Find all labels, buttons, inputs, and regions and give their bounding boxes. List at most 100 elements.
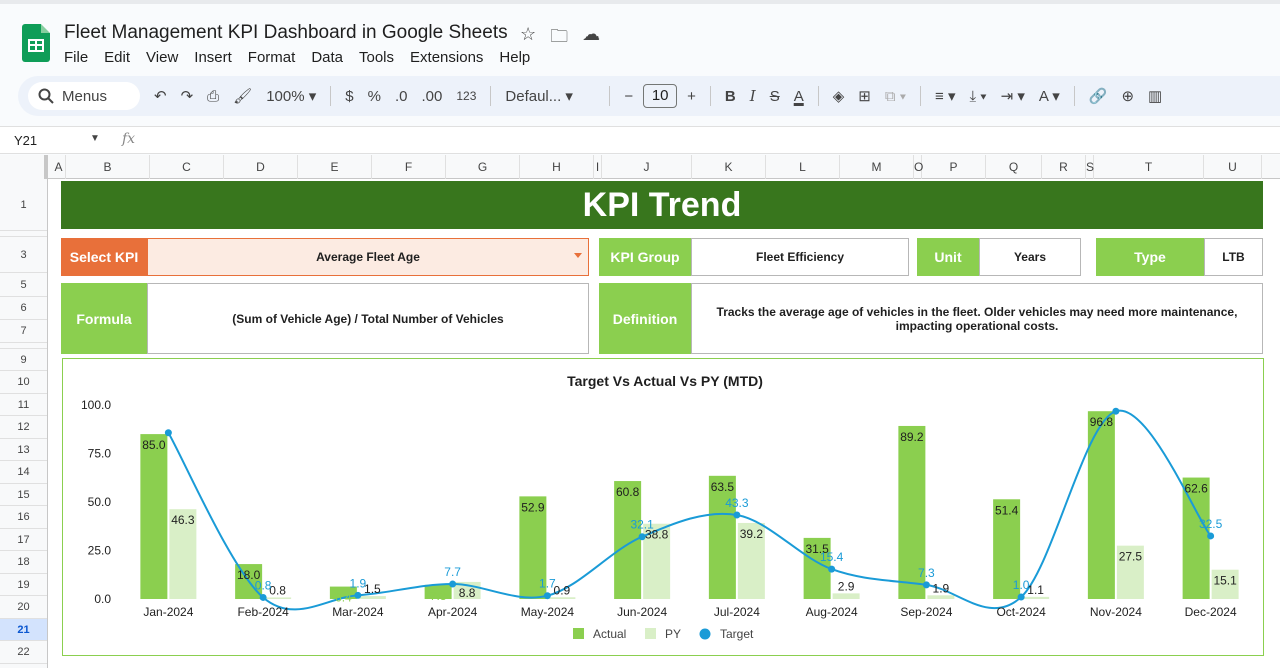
column-header[interactable]: T <box>1094 155 1204 179</box>
target-data-label: 1.9 <box>350 576 367 590</box>
text-wrapping-icon[interactable]: ⇥ ▾ <box>1001 87 1025 105</box>
horizontal-align-icon[interactable]: ≡ ▾ <box>935 87 955 105</box>
zoom-select[interactable]: 100% ▾ <box>266 87 316 105</box>
column-header[interactable]: G <box>446 155 520 179</box>
formula-bar: Y21 ▼ fx <box>0 126 1280 154</box>
text-rotation-icon[interactable]: A ▾ <box>1039 87 1060 105</box>
column-header[interactable]: M <box>840 155 914 179</box>
insert-comment-icon[interactable]: ⊕ <box>1121 87 1134 105</box>
name-box[interactable]: Y21 <box>14 133 37 148</box>
row-header[interactable]: 11 <box>0 394 47 416</box>
kpi-chart[interactable]: Target Vs Actual Vs PY (MTD) 100.0 75.0 50… <box>62 358 1264 656</box>
italic-button[interactable]: I <box>750 87 756 105</box>
menu-data[interactable]: Data <box>311 49 343 66</box>
select-all-corner[interactable] <box>0 155 48 179</box>
column-header[interactable]: K <box>692 155 766 179</box>
fill-color-icon[interactable]: ◈ <box>833 87 845 105</box>
search-menus-button[interactable]: Menus <box>28 82 140 110</box>
row-header[interactable]: 6 <box>0 297 47 320</box>
insert-link-icon[interactable]: 🔗 <box>1089 87 1108 105</box>
percent-format-button[interactable]: % <box>368 88 381 105</box>
column-header[interactable]: H <box>520 155 594 179</box>
font-select[interactable]: Defaul... ▾ <box>505 87 595 105</box>
column-header[interactable]: R <box>1042 155 1086 179</box>
increase-font-size-button[interactable]: + <box>687 88 696 105</box>
menu-edit[interactable]: Edit <box>104 49 130 66</box>
select-kpi-dropdown[interactable]: Average Fleet Age <box>147 238 589 276</box>
column-header[interactable]: F <box>372 155 446 179</box>
bold-button[interactable]: B <box>725 88 736 105</box>
column-header[interactable]: Q <box>986 155 1042 179</box>
name-box-dropdown-icon[interactable]: ▼ <box>90 133 100 144</box>
menu-insert[interactable]: Insert <box>194 49 232 66</box>
more-formats-button[interactable]: 123 <box>456 89 476 103</box>
paint-format-icon[interactable]: 🖌 <box>233 87 252 105</box>
column-header[interactable]: J <box>602 155 692 179</box>
document-title[interactable]: Fleet Management KPI Dashboard in Google… <box>64 22 508 44</box>
row-header[interactable]: 13 <box>0 439 47 461</box>
menu-format[interactable]: Format <box>248 49 296 66</box>
column-header[interactable]: B <box>66 155 150 179</box>
column-header[interactable]: A <box>52 155 66 179</box>
menu-extensions[interactable]: Extensions <box>410 49 483 66</box>
row-header[interactable]: 19 <box>0 574 47 596</box>
row-header[interactable]: 10 <box>0 371 47 394</box>
borders-icon[interactable]: ⊞ <box>858 87 871 105</box>
x-tick-label: Mar-2024 <box>332 605 384 619</box>
decrease-decimal-button[interactable]: .0 <box>395 88 408 105</box>
vertical-align-icon[interactable]: ⤓ ▾ <box>970 88 987 105</box>
divider <box>709 86 711 106</box>
column-header[interactable]: I <box>594 155 602 179</box>
y-tick-label: 25.0 <box>88 544 112 558</box>
row-header[interactable]: 5 <box>0 273 47 297</box>
row-header[interactable]: 22 <box>0 641 47 664</box>
row-header[interactable]: 14 <box>0 461 47 484</box>
row-header[interactable]: 18 <box>0 551 47 574</box>
undo-icon[interactable]: ↶ <box>154 87 167 105</box>
move-to-folder-icon[interactable]: 🗀 <box>550 24 568 54</box>
column-header[interactable]: P <box>922 155 986 179</box>
sheets-logo-icon[interactable] <box>22 24 50 62</box>
column-header[interactable]: S <box>1086 155 1094 179</box>
menu-help[interactable]: Help <box>499 49 530 66</box>
column-header[interactable]: C <box>150 155 224 179</box>
menu-file[interactable]: File <box>64 49 88 66</box>
redo-icon[interactable]: ↷ <box>181 87 194 105</box>
column-header[interactable]: E <box>298 155 372 179</box>
row-header[interactable]: 15 <box>0 484 47 506</box>
strikethrough-button[interactable]: S <box>770 88 780 105</box>
select-kpi-value: Average Fleet Age <box>316 250 420 264</box>
menu-tools[interactable]: Tools <box>359 49 394 66</box>
row-header[interactable]: 21 <box>0 619 47 641</box>
column-header[interactable]: O <box>914 155 923 179</box>
dropdown-arrow-icon[interactable] <box>574 253 582 258</box>
column-header[interactable]: D <box>224 155 298 179</box>
legend-target-swatch <box>699 628 711 640</box>
insert-chart-icon[interactable]: ▥ <box>1148 87 1162 105</box>
type-value: LTB <box>1204 238 1263 276</box>
toolbar: Menus ↶ ↷ ⎙ 🖌 100% ▾ $ % .0 .00 123 Defa… <box>18 76 1280 116</box>
decrease-font-size-button[interactable]: − <box>624 88 633 105</box>
row-header[interactable]: 3 <box>0 237 47 273</box>
py-data-label: 0.8 <box>269 583 286 597</box>
row-header[interactable]: 1 <box>0 179 47 231</box>
print-icon[interactable]: ⎙ <box>207 88 219 105</box>
currency-format-button[interactable]: $ <box>345 88 353 105</box>
merge-cells-icon[interactable]: ⧉ ▾ <box>885 88 906 105</box>
column-header[interactable]: L <box>766 155 840 179</box>
row-header[interactable]: 12 <box>0 416 47 439</box>
actual-data-label: 63.5 <box>711 480 735 494</box>
row-header[interactable]: 9 <box>0 349 47 371</box>
row-header[interactable]: 17 <box>0 529 47 551</box>
menu-view[interactable]: View <box>146 49 178 66</box>
column-header[interactable]: U <box>1204 155 1262 179</box>
py-bar <box>548 597 576 599</box>
row-header[interactable]: 16 <box>0 506 47 529</box>
x-tick-label: Jan-2024 <box>143 605 193 619</box>
font-size-input[interactable]: 10 <box>643 84 678 108</box>
row-header[interactable]: 20 <box>0 596 47 619</box>
cloud-status-icon[interactable]: ☁ <box>582 24 600 54</box>
row-header[interactable]: 7 <box>0 320 47 343</box>
increase-decimal-button[interactable]: .00 <box>422 88 443 105</box>
text-color-button[interactable]: A <box>794 88 804 105</box>
